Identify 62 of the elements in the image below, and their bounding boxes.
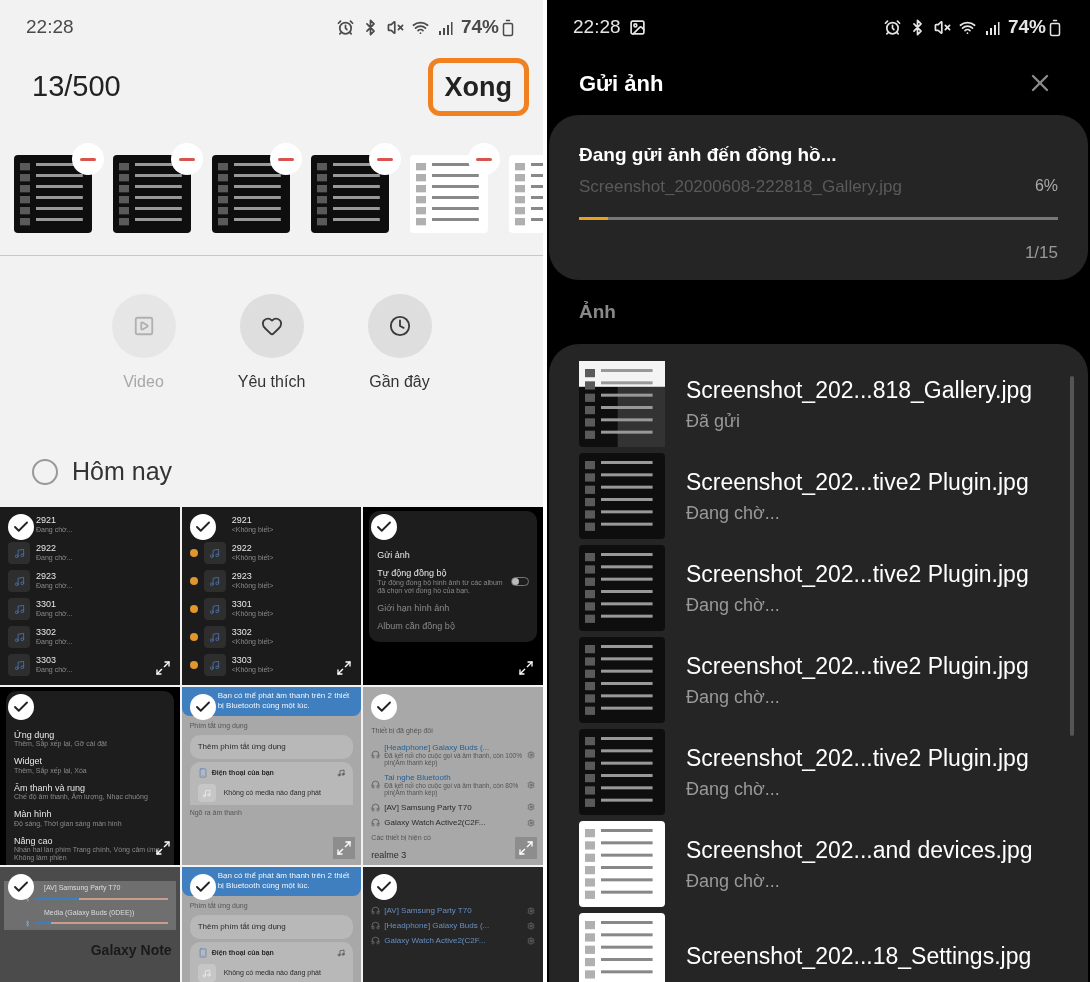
add-shortcut-card[interactable]: Thêm phím tắt ứng dụng <box>189 914 354 939</box>
track-title: 2921 <box>36 516 58 527</box>
info-banner: Bạn có thể phát âm thanh trên 2 thiết bị Bluetooth cùng một lúc. <box>181 867 362 897</box>
section-label: Ảnh <box>578 299 617 324</box>
file-status: Đang chờ... <box>686 777 781 801</box>
photo-tile[interactable]: [AV] Samsung Party T70 [Headphone] Galaxy Buds (... Galaxy Watch Active2(C2F... <box>363 867 543 982</box>
shortcut-label: Gần đây <box>369 372 430 392</box>
add-shortcut-card[interactable]: Thêm phím tắt ứng dụng <box>189 734 354 759</box>
file-name: Screenshot_202...and devices.jpg <box>686 836 1033 866</box>
track-title: 3301 <box>231 600 253 611</box>
done-button[interactable]: Xong <box>427 57 529 117</box>
setting-title: Giới hạn hình ảnh <box>377 602 451 614</box>
device-name: Galaxy Watch Active2(C2F... <box>384 936 487 946</box>
track-title: 3302 <box>231 628 253 639</box>
track-title: 2921 <box>231 516 253 527</box>
setting-title: Âm thanh và rung <box>14 782 87 793</box>
track-title: 2923 <box>36 572 58 583</box>
shortcut-label: Yêu thích <box>237 372 306 392</box>
track-title: 3301 <box>36 600 58 611</box>
progress-title: Đang gửi ảnh đến đồng hồ... <box>579 143 838 167</box>
setting-title: Album cần đồng bộ <box>377 621 456 632</box>
track-title: 3303 <box>231 656 253 667</box>
file-status: Đang chờ... <box>686 685 781 709</box>
setting-title: Nâng cao <box>14 835 54 846</box>
device-name: [AV] Samsung Party T70 <box>384 802 473 812</box>
track-title: 3303 <box>36 656 58 667</box>
file-status: Đang chờ... <box>686 869 781 893</box>
file-name: Screenshot_202...tive2 Plugin.jpg <box>686 560 1029 590</box>
progress-percent: 6% <box>1034 175 1058 196</box>
track-title: 2923 <box>231 572 253 583</box>
status-time: 22:28 <box>573 15 621 40</box>
device-name: Galaxy Watch Active2(C2F... <box>384 817 487 828</box>
setting-title: realme 3 <box>371 849 408 860</box>
setting-title: Gửi ảnh <box>377 550 411 561</box>
date-heading: Hôm nay <box>72 456 173 488</box>
device-name: [Headphone] Galaxy Buds (... <box>384 921 491 931</box>
device-name: Tai nghe Bluetooth <box>384 772 452 782</box>
battery-level: 74% <box>1007 15 1046 40</box>
status-time: 22:28 <box>26 15 74 40</box>
file-name: Screenshot_202...tive2 Plugin.jpg <box>686 652 1029 682</box>
setting-title: Màn hình <box>14 809 53 820</box>
screen-title: Gửi ảnh <box>579 69 664 98</box>
setting-title: Ứng dụng <box>14 730 56 740</box>
setting-title: Widget <box>14 756 42 767</box>
file-status: Đang chờ... <box>686 593 781 617</box>
track-title: 3302 <box>36 628 58 639</box>
device-name: [Headphone] Galaxy Buds (... <box>384 742 490 752</box>
track-title: 2922 <box>36 544 58 555</box>
file-name: Screenshot_202...18_Settings.jpg <box>686 941 1032 971</box>
battery-level: 74% <box>460 15 499 40</box>
shortcut-label: Video <box>123 372 164 392</box>
device-name: [AV] Samsung Party T70 <box>384 906 473 916</box>
info-banner: Bạn có thể phát âm thanh trên 2 thiết bị Bluetooth cùng một lúc. <box>181 687 362 717</box>
track-title: 2922 <box>231 544 253 555</box>
file-status: Đã gửi <box>686 409 742 433</box>
file-name: Screenshot_202...tive2 Plugin.jpg <box>686 468 1029 498</box>
file-count: 1/15 <box>1024 242 1058 264</box>
file-name: Screenshot_202...818_Gallery.jpg <box>686 376 1033 406</box>
selection-count: 13/500 <box>32 69 121 105</box>
setting-title: Tự động đồng bộ <box>377 568 448 579</box>
file-name: Screenshot_202...tive2 Plugin.jpg <box>686 744 1029 774</box>
file-status: Đang chờ... <box>686 501 781 525</box>
